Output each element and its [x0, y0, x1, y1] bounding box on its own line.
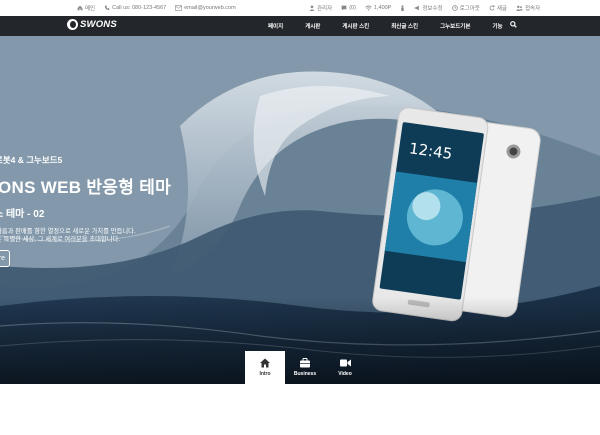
topbar-email[interactable]: email@yourweb.com — [175, 4, 236, 12]
nav-item-latest-skin[interactable]: 최신글 스킨 — [391, 22, 418, 30]
topbar-admin-label: 관리자 — [317, 6, 333, 12]
topbar-visitors-link[interactable]: 접속자 — [515, 4, 541, 12]
refresh-icon — [489, 5, 495, 11]
person-icon — [401, 5, 405, 11]
video-camera-icon — [339, 359, 351, 367]
main-navbar: SWONS 페이지 게시판 게시판 스킨 최신글 스킨 그누보드기본 기능 — [0, 16, 600, 36]
topbar-messages-link[interactable]: (0) — [341, 4, 356, 12]
tab-intro[interactable]: Intro — [245, 351, 285, 384]
topbar-messages-label: (0) — [349, 5, 356, 11]
topbar-points-label: 1,400P — [373, 5, 392, 11]
topbar-points-link[interactable]: 1,400P — [365, 4, 391, 12]
hero-description: 아름과 판매를 향한 열정으로 새로운 가치를 만듭니다. 는 특별한 세상, … — [0, 228, 136, 244]
users-icon — [515, 5, 523, 11]
topbar-profile-link[interactable] — [400, 4, 405, 12]
hero-title: ONS WEB 반응형 테마 — [0, 178, 172, 197]
user-icon — [309, 5, 315, 11]
nav-item-features[interactable]: 기능 — [492, 22, 502, 30]
hero-desc-line-2: 는 특별한 세상, 그 세계로 여러분을 초대합니다. — [0, 236, 121, 243]
topbar-user-menu: 관리자 (0) 1,400P 정보수정 로그아웃 새글 접속자 — [309, 4, 540, 12]
topbar-admin-link[interactable]: 관리자 — [309, 4, 332, 12]
clock-icon — [451, 5, 458, 11]
topbar-logout-label: 로그아웃 — [459, 6, 480, 12]
phone-icon — [105, 5, 110, 10]
top-info-bar: 메인 Call us: 080-123-4567 email@yourweb.c… — [0, 0, 600, 16]
hero-subtitle: 로봇4 & 그누보드5 — [0, 155, 63, 165]
nav-search-button[interactable] — [510, 21, 517, 30]
logo-text: SWONS — [80, 19, 117, 30]
briefcase-icon — [300, 358, 310, 368]
home-icon — [260, 358, 270, 368]
home-icon — [77, 5, 83, 11]
logo-icon — [67, 19, 78, 30]
tab-intro-label: Intro — [259, 371, 271, 377]
tab-business[interactable]: Business — [285, 351, 325, 384]
hero-title-secondary: 스 테마 - 02 — [0, 209, 45, 220]
nav-item-board[interactable]: 게시판 — [305, 22, 320, 30]
topbar-new-posts-label: 새글 — [496, 6, 507, 12]
hero-more-button[interactable]: re — [0, 250, 10, 267]
hero-slider[interactable]: 12:45 로봇4 & 그누보드5 ONS WEB 반응형 테마 스 테마 - … — [0, 36, 600, 384]
nav-item-board-skin[interactable]: 게시판 스킨 — [342, 22, 369, 30]
search-icon — [510, 21, 517, 28]
envelope-icon — [175, 5, 183, 11]
topbar-phone-label: Call us: 080-123-4567 — [112, 5, 167, 11]
nav-item-pages[interactable]: 페이지 — [268, 22, 283, 30]
topbar-contact: 메인 Call us: 080-123-4567 email@yourweb.c… — [77, 4, 236, 12]
hero-desc-line-1: 아름과 판매를 향한 열정으로 새로운 가치를 만듭니다. — [0, 228, 136, 235]
tab-video-label: Video — [338, 371, 352, 377]
topbar-visitors-label: 접속자 — [524, 6, 541, 12]
topbar-home-label: 메인 — [85, 6, 96, 12]
wifi-icon — [365, 5, 372, 11]
nav-item-gnuboard-basic[interactable]: 그누보드기본 — [440, 22, 470, 30]
tab-video[interactable]: Video — [325, 351, 365, 384]
nav-menu: 페이지 게시판 게시판 스킨 최신글 스킨 그누보드기본 기능 — [268, 16, 525, 36]
chat-icon — [341, 5, 347, 11]
tab-business-label: Business — [293, 371, 317, 377]
section-tabs: Intro Business Video — [245, 351, 365, 384]
topbar-logout-link[interactable]: 로그아웃 — [451, 4, 480, 12]
megaphone-icon — [414, 5, 420, 11]
topbar-edit-info-label: 정보수정 — [422, 6, 443, 12]
topbar-new-posts-link[interactable]: 새글 — [489, 4, 507, 12]
topbar-edit-info-link[interactable]: 정보수정 — [414, 4, 443, 12]
topbar-phone: Call us: 080-123-4567 — [104, 4, 166, 12]
hero-bottom-shade — [0, 36, 600, 384]
site-logo[interactable]: SWONS — [67, 19, 117, 30]
topbar-home-link[interactable]: 메인 — [77, 4, 95, 12]
topbar-email-label: email@yourweb.com — [184, 5, 236, 11]
